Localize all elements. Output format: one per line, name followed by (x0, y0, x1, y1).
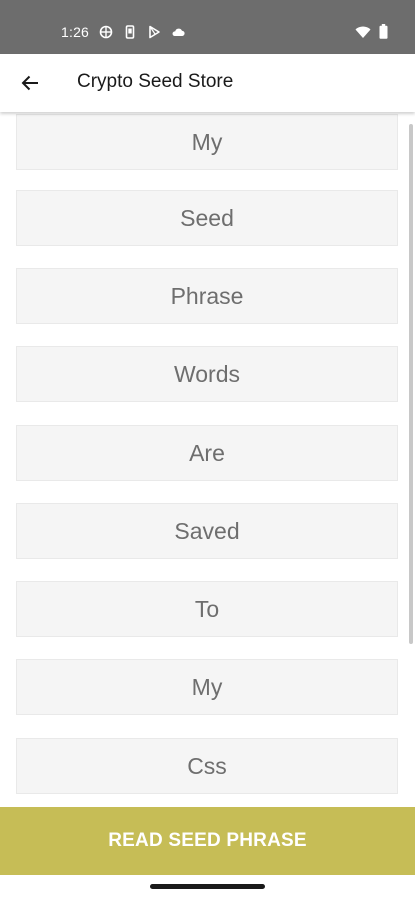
seed-word-box: Css (16, 738, 398, 794)
status-left-group: 1:26 (61, 22, 185, 42)
vpn-globe-icon (99, 25, 113, 39)
status-time: 1:26 (61, 24, 90, 40)
seed-word-box: Saved (16, 503, 398, 559)
seed-word-box: Seed (16, 190, 398, 246)
battery-icon (379, 24, 388, 39)
seed-word-box: Are (16, 425, 398, 481)
cloud-icon (172, 28, 185, 36)
scrollbar[interactable] (409, 124, 413, 644)
gesture-nav-area (0, 875, 415, 900)
seed-word-box: My (16, 659, 398, 715)
arrow-back-icon (21, 75, 38, 91)
read-seed-phrase-button[interactable]: READ SEED PHRASE (0, 807, 415, 875)
seed-word-box: To (16, 581, 398, 637)
seed-word-list-container[interactable]: My Seed Phrase Words Are Saved To My Css (0, 112, 415, 807)
play-store-icon (149, 25, 160, 39)
back-button[interactable] (14, 67, 46, 99)
status-bar: 1:26 (0, 0, 415, 54)
app-bar: Crypto Seed Store (0, 54, 415, 112)
home-indicator[interactable] (150, 884, 265, 889)
seed-word-box: My (16, 114, 398, 170)
seed-word-box: Phrase (16, 268, 398, 324)
status-right-group (355, 24, 388, 39)
device-icon (125, 25, 135, 39)
seed-word-box: Words (16, 346, 398, 402)
wifi-icon (355, 26, 371, 38)
page-title: Crypto Seed Store (77, 71, 234, 92)
